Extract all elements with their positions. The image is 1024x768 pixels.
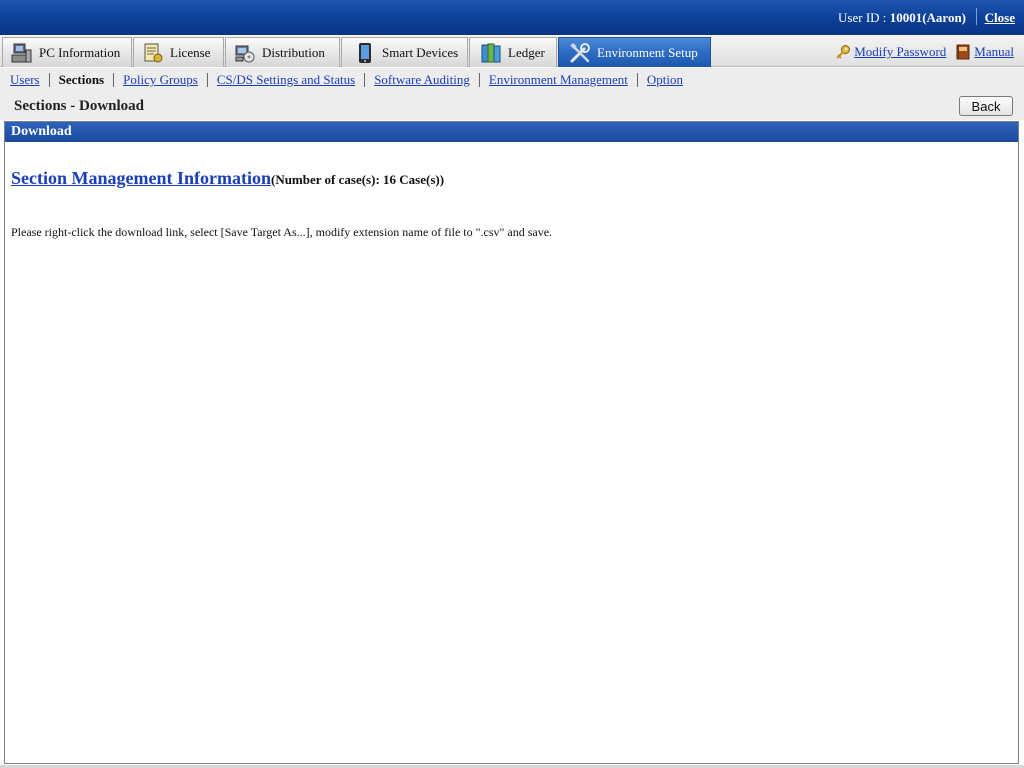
download-instructions: Please right-click the download link, se… — [11, 225, 553, 239]
tab-label: License — [170, 44, 211, 60]
divider — [206, 73, 208, 87]
tab-label: Ledger — [508, 44, 545, 60]
sub-navigation: Users Sections Policy Groups CS/DS Setti… — [0, 68, 1024, 92]
divider — [636, 73, 638, 87]
tab-distribution[interactable]: Distribution — [225, 37, 340, 67]
tab-smart-devices[interactable]: Smart Devices — [341, 37, 468, 67]
subnav-users[interactable]: Users — [10, 72, 40, 88]
tab-pc-information[interactable]: PC Information — [2, 37, 132, 67]
panel-title: Download — [5, 122, 1018, 142]
top-bar: User ID : 10001(Aaron) Close — [0, 0, 1024, 35]
smart-device-icon — [354, 42, 376, 64]
tab-label: PC Information — [39, 44, 121, 60]
manual-link[interactable]: Manual — [974, 44, 1014, 60]
tab-environment-setup[interactable]: Environment Setup — [558, 37, 711, 67]
divider — [976, 8, 977, 25]
divider — [113, 73, 115, 87]
subnav-csds-settings[interactable]: CS/DS Settings and Status — [217, 72, 355, 88]
divider — [48, 73, 50, 87]
main-tab-bar: PC Information License Distribution Smar… — [0, 35, 1024, 67]
tab-ledger[interactable]: Ledger — [469, 37, 557, 67]
subnav-policy-groups[interactable]: Policy Groups — [123, 72, 198, 88]
case-count: (Number of case(s): 16 Case(s)) — [270, 172, 445, 187]
subnav-environment-management[interactable]: Environment Management — [489, 72, 628, 88]
subnav-sections: Sections — [58, 72, 105, 87]
section-management-download-link[interactable]: Section Management Information — [11, 168, 271, 188]
page-title: Sections - Download — [14, 98, 145, 114]
distribution-icon — [234, 42, 256, 64]
utility-links: Modify Password Manual — [835, 44, 1014, 60]
subnav-software-auditing[interactable]: Software Auditing — [374, 72, 470, 88]
download-entry: Section Management Information(Number of… — [11, 168, 444, 189]
divider — [364, 73, 366, 87]
tab-label: Smart Devices — [382, 44, 459, 60]
user-id-display: User ID : 10001(Aaron) — [838, 10, 966, 26]
tab-label: Distribution — [262, 44, 325, 60]
tab-label: Environment Setup — [597, 44, 698, 60]
modify-password-link[interactable]: Modify Password — [854, 44, 946, 60]
license-icon — [142, 42, 164, 64]
download-panel: Download Section Management Information(… — [4, 121, 1019, 764]
divider — [478, 73, 480, 87]
back-button[interactable]: Back — [959, 96, 1013, 116]
page-header: Sections - Download Back — [0, 92, 1024, 120]
key-icon — [835, 44, 851, 60]
ledger-icon — [480, 42, 502, 64]
tab-license[interactable]: License — [133, 37, 224, 67]
pc-icon — [11, 42, 33, 64]
user-id-value: 10001(Aaron) — [889, 10, 966, 25]
user-id-label: User ID : — [838, 10, 890, 25]
close-link[interactable]: Close — [985, 10, 1015, 26]
tools-icon — [569, 42, 591, 64]
manual-book-icon — [955, 44, 971, 60]
subnav-option[interactable]: Option — [647, 72, 683, 88]
